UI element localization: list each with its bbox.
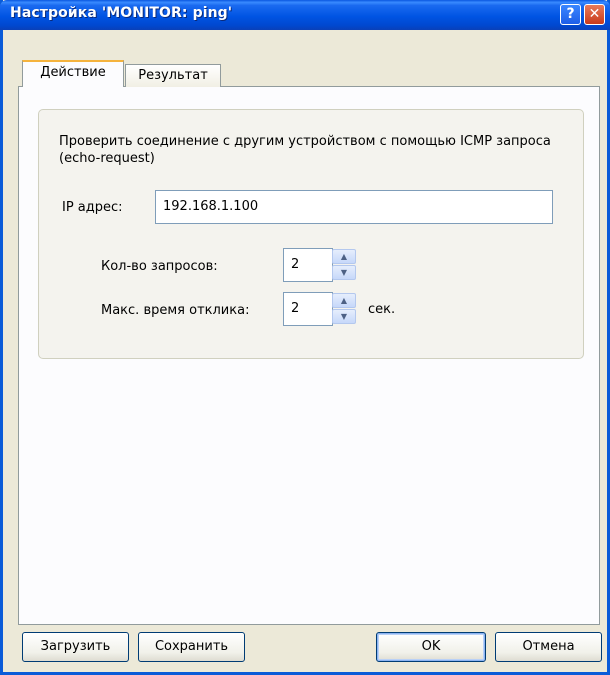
title-bar[interactable]: Настройка 'MONITOR: ping' ? ✕	[0, 0, 610, 30]
action-description: Проверить соединение с другим устройство…	[59, 134, 551, 166]
requests-count-stepper[interactable]: ▲ ▼	[332, 249, 356, 281]
ok-button[interactable]: OK	[376, 632, 486, 662]
spin-down-icon[interactable]: ▼	[332, 265, 356, 280]
load-button[interactable]: Загрузить	[22, 632, 129, 662]
ip-address-input[interactable]: 192.168.1.100	[155, 190, 553, 224]
save-button[interactable]: Сохранить	[138, 632, 245, 662]
spin-up-icon[interactable]: ▲	[332, 293, 356, 308]
spin-down-icon[interactable]: ▼	[332, 309, 356, 324]
help-button[interactable]: ?	[560, 4, 581, 25]
max-response-time-label: Макс. время отклика:	[101, 303, 250, 318]
window-title: Настройка 'MONITOR: ping'	[10, 5, 233, 21]
tab-action[interactable]: Действие	[22, 60, 124, 87]
tab-result[interactable]: Результат	[125, 64, 221, 87]
spin-up-icon[interactable]: ▲	[332, 249, 356, 264]
requests-count-label: Кол-во запросов:	[101, 259, 218, 274]
ip-address-label: IP адрес:	[62, 200, 123, 215]
max-response-time-stepper[interactable]: ▲ ▼	[332, 293, 356, 325]
seconds-unit-label: сек.	[368, 302, 396, 317]
requests-count-input[interactable]: 2	[283, 248, 333, 282]
close-button[interactable]: ✕	[584, 4, 605, 25]
cancel-button[interactable]: Отмена	[495, 632, 602, 662]
max-response-time-input[interactable]: 2	[283, 292, 333, 326]
